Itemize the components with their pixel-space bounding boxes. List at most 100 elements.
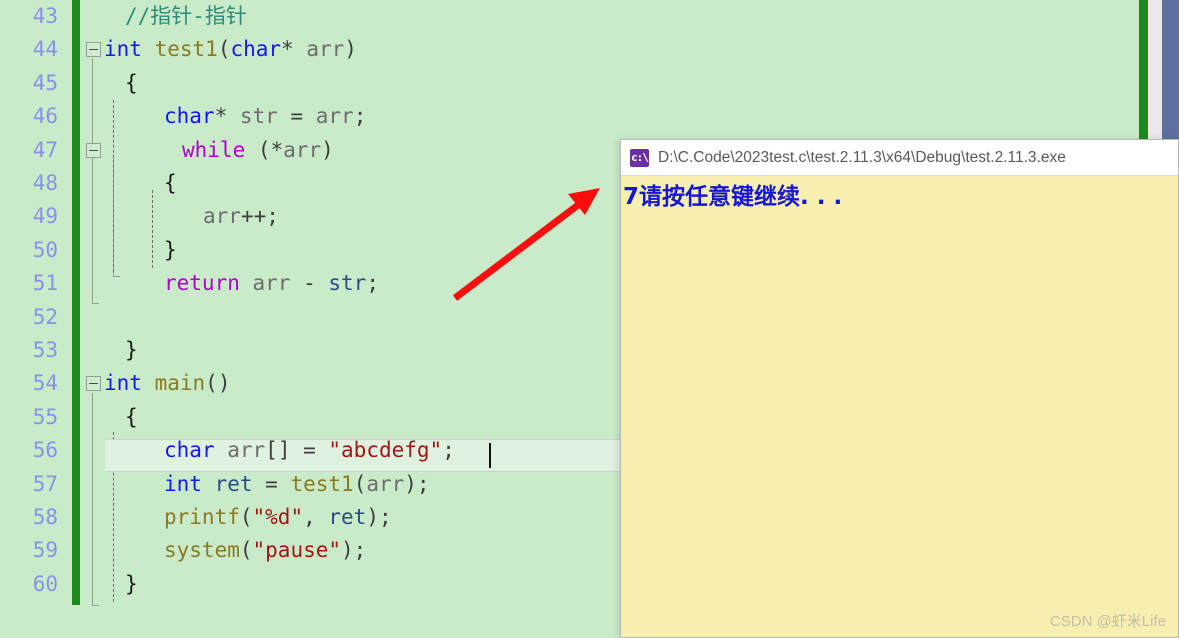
code-token: ( <box>239 538 253 563</box>
code-token: ); <box>341 538 367 563</box>
code-token: () <box>205 371 231 396</box>
code-token: //指针-指针 <box>125 4 247 28</box>
line-number: 51 <box>32 271 58 296</box>
line-number: 60 <box>32 571 58 596</box>
code-token: arr <box>283 137 322 162</box>
line-number: 44 <box>32 37 58 62</box>
code-token: { <box>125 404 138 429</box>
code-token: test1 <box>290 471 354 496</box>
code-token: { <box>125 70 138 95</box>
code-token: [] = <box>265 438 329 463</box>
code-text[interactable]: int test1(char* arr) <box>104 33 357 66</box>
line-number: 59 <box>32 538 58 563</box>
line-number: 58 <box>32 505 58 529</box>
line-number: 55 <box>32 404 58 429</box>
code-token: } <box>125 338 138 362</box>
csdn-watermark: CSDN @虾米Life <box>1049 613 1166 630</box>
code-token: (* <box>245 137 284 162</box>
console-window[interactable]: c:\ D:\C.Code\2023test.c\test.2.11.3\x64… <box>620 139 1179 638</box>
code-token: = <box>252 471 291 496</box>
line-number: 45 <box>32 70 58 95</box>
code-token: arr <box>252 271 291 296</box>
console-icon-glyph: c:\ <box>631 150 649 164</box>
code-text[interactable]: { <box>125 67 138 100</box>
code-token: main <box>154 371 206 396</box>
code-line[interactable]: 45 { <box>0 67 1148 100</box>
code-token: * <box>214 104 240 129</box>
code-token: ret <box>328 505 367 529</box>
code-token: ; <box>442 438 455 463</box>
code-token: return <box>164 271 240 296</box>
code-text[interactable]: } <box>164 234 177 267</box>
code-line[interactable]: 44 int test1(char* arr) <box>0 33 1148 66</box>
code-token: ( <box>217 37 231 62</box>
code-token: = <box>277 104 316 129</box>
console-app-icon: c:\ <box>630 148 649 167</box>
line-number: 43 <box>32 4 58 28</box>
code-text[interactable]: } <box>125 334 138 367</box>
code-token: "abcdefg" <box>328 438 443 463</box>
code-token: ) <box>321 137 334 162</box>
code-token: printf <box>164 505 240 529</box>
code-token: arr <box>227 438 266 463</box>
code-token: system <box>164 538 240 563</box>
code-token: "%d" <box>252 505 304 529</box>
code-text[interactable]: system("pause"); <box>164 534 366 567</box>
fold-toggle-icon[interactable] <box>86 42 101 58</box>
console-title-bar[interactable]: c:\ D:\C.Code\2023test.c\test.2.11.3\x64… <box>621 140 1178 176</box>
screen-root: 43//指针-指针 44 int test1(char* arr) 45{46 char… <box>0 0 1179 638</box>
fold-toggle-icon[interactable] <box>86 376 101 392</box>
vertical-scrollbar-thumb[interactable] <box>1162 0 1179 140</box>
line-number: 46 <box>32 104 58 129</box>
code-text[interactable]: char* str = arr; <box>164 100 366 133</box>
code-text[interactable]: while (*arr) <box>182 134 334 167</box>
console-output-line: 7请按任意键继续. . . <box>623 184 843 210</box>
code-token: ); <box>404 471 430 496</box>
code-token: "pause" <box>252 538 342 563</box>
code-text[interactable]: char arr[] = "abcdefg"; <box>164 434 455 467</box>
fold-guide-end <box>92 605 99 606</box>
code-text[interactable]: { <box>164 167 177 200</box>
code-token: ; <box>353 104 367 129</box>
code-token: - <box>290 271 329 296</box>
code-token: , <box>303 505 329 529</box>
fold-toggle-icon[interactable] <box>86 142 101 158</box>
code-text[interactable]: //指针-指针 <box>125 0 247 33</box>
code-text[interactable]: int ret = test1(arr); <box>164 468 430 501</box>
console-output-area[interactable]: 7请按任意键继续. . . <box>621 176 1178 637</box>
code-token: ( <box>239 505 253 529</box>
line-number: 47 <box>32 137 58 162</box>
code-text[interactable]: return arr - str; <box>164 267 379 300</box>
code-text[interactable]: printf("%d", ret); <box>164 501 392 534</box>
code-text[interactable]: { <box>125 401 138 434</box>
code-token: str <box>239 104 278 129</box>
code-token: ret <box>214 471 253 496</box>
line-number: 49 <box>32 204 58 229</box>
code-token: ); <box>366 505 392 529</box>
code-token: char <box>164 438 215 463</box>
code-token: int <box>164 471 202 496</box>
line-number: 57 <box>32 471 58 496</box>
line-number: 52 <box>32 304 58 329</box>
code-line[interactable]: 43 //指针-指针 <box>0 0 1148 33</box>
code-text[interactable]: int main() <box>104 367 230 400</box>
line-number: 56 <box>32 438 58 463</box>
code-token: ++; <box>240 204 279 229</box>
code-token: ) <box>344 37 357 62</box>
code-token: arr <box>203 204 241 229</box>
code-text[interactable]: } <box>125 568 138 601</box>
code-text[interactable]: arr++; <box>203 200 279 233</box>
code-token: * <box>281 37 307 62</box>
code-line[interactable]: 46 char* str = arr; <box>0 100 1148 133</box>
code-token: while <box>182 137 246 162</box>
code-token: str <box>328 271 367 296</box>
line-number: 50 <box>32 237 58 262</box>
line-number: 48 <box>32 171 58 195</box>
code-token: int <box>104 37 142 62</box>
code-token: } <box>164 237 177 262</box>
